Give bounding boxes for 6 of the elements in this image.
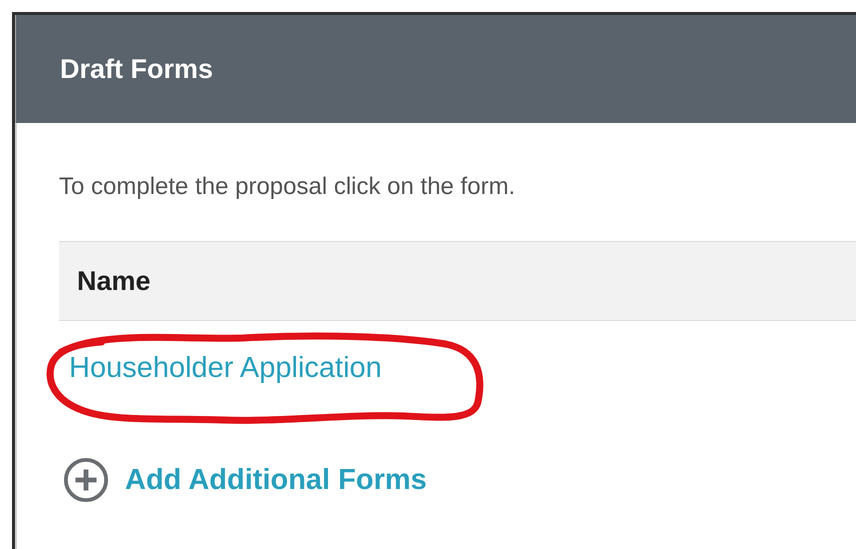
panel-title: Draft Forms xyxy=(60,54,214,84)
form-link[interactable]: Householder Application xyxy=(69,352,382,384)
column-header: Name xyxy=(77,266,151,296)
add-forms-link[interactable]: Add Additional Forms xyxy=(63,457,427,503)
instruction-text: To complete the proposal click on the form. xyxy=(59,172,516,202)
add-icon xyxy=(63,457,109,503)
